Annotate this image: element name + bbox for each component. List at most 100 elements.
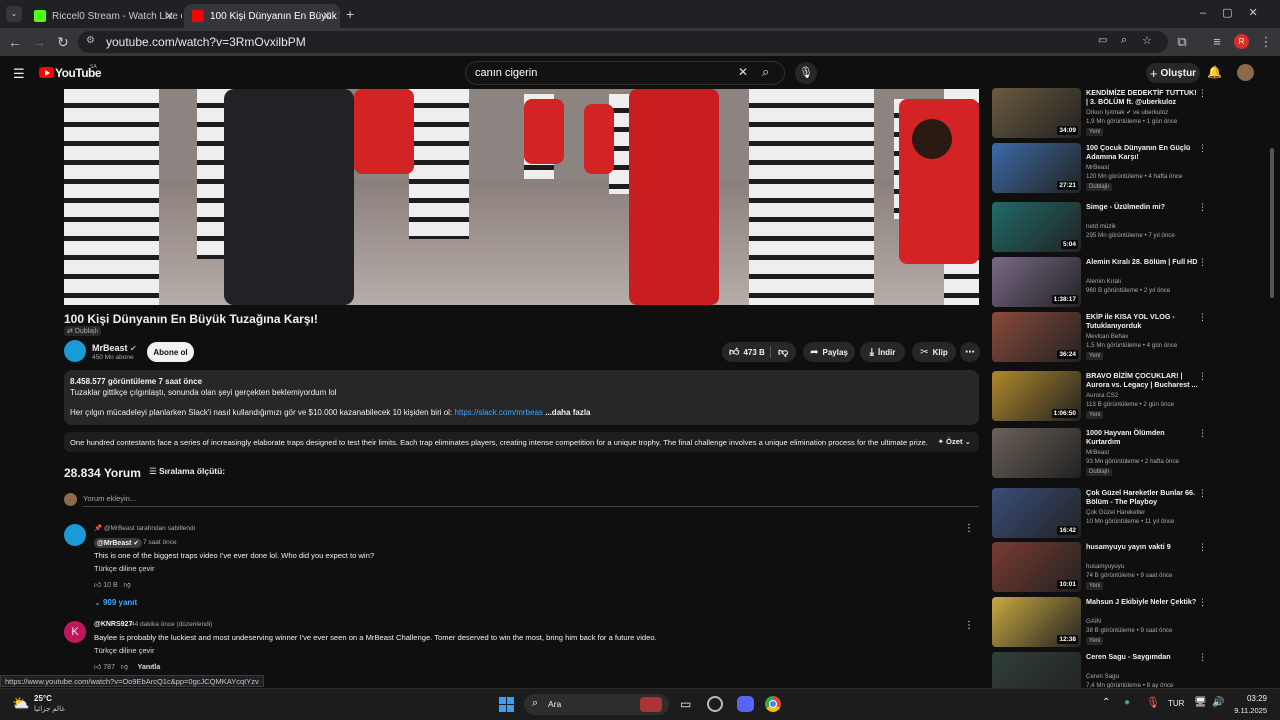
sort-comments-button[interactable]: ☰ Sıralama ölçütü: [149, 466, 225, 477]
reading-list-icon[interactable]: ≡ [1209, 34, 1225, 49]
recommended-channel[interactable]: Alemin Kıralı [1086, 278, 1121, 285]
recommended-title[interactable]: Çok Güzel Hareketler Bunlar 66. Bölüm - … [1086, 488, 1198, 506]
recommended-menu-icon[interactable]: ⋮ [1198, 652, 1207, 663]
hamburger-menu-icon[interactable]: ☰ [13, 66, 25, 82]
recommended-title[interactable]: 100 Çocuk Dünyanın En Güçlü Adamına Karş… [1086, 143, 1198, 161]
recommended-menu-icon[interactable]: ⋮ [1198, 143, 1207, 154]
discord-icon[interactable] [737, 696, 754, 712]
recommended-video[interactable]: 34:09 KENDİMİZE DEDEKTİF TUTTUK! | 3. BÖL… [992, 88, 1207, 140]
tray-overflow-icon[interactable]: ⌃ [1102, 697, 1110, 708]
channel-name[interactable]: MrBeast ✔ [92, 343, 137, 353]
recommended-menu-icon[interactable]: ⋮ [1198, 428, 1207, 439]
video-thumbnail[interactable]: 10:01 [992, 542, 1081, 592]
user-avatar[interactable] [1237, 64, 1254, 81]
back-icon[interactable]: ← [7, 34, 23, 50]
cast-icon[interactable]: ▭ [1098, 35, 1107, 46]
comment-author[interactable]: @MrBeast ✔ [94, 538, 143, 548]
recommended-menu-icon[interactable]: ⋮ [1198, 88, 1207, 99]
recommended-title[interactable]: KENDİMİZE DEDEKTİF TUTTUK! | 3. BÖLÜM ft… [1086, 88, 1198, 106]
video-thumbnail[interactable]: 1:38:17 [992, 257, 1081, 307]
new-tab-icon[interactable]: + [346, 6, 354, 22]
video-thumbnail[interactable]: 12:38 [992, 597, 1081, 647]
view-replies-button[interactable]: ⌄ 909 yanıt [94, 598, 137, 607]
recommended-channel[interactable]: MrBeast [1086, 449, 1109, 456]
dislike-icon[interactable]: 👎︎ [778, 346, 788, 358]
weather-temp[interactable]: 25°C [34, 694, 52, 703]
channel-avatar[interactable] [64, 340, 86, 362]
search-icon[interactable]: ⌕ [762, 64, 769, 80]
video-thumbnail[interactable]: 27:21 [992, 143, 1081, 193]
recommended-video[interactable]: 27:21 100 Çocuk Dünyanın En Güçlü Adamına… [992, 143, 1207, 195]
add-comment-input[interactable]: Yorum ekleyin... [83, 494, 136, 503]
recommended-video[interactable]: 1:38:17 Alemin Kıralı 28. Bölüm | Full HD… [992, 257, 1207, 309]
clear-search-icon[interactable]: ✕ [738, 65, 748, 79]
video-player[interactable] [64, 89, 979, 305]
reload-icon[interactable]: ↻ [55, 34, 71, 51]
recommended-title[interactable]: Alemin Kıralı 28. Bölüm | Full HD [1086, 257, 1198, 266]
recommended-title[interactable]: EKİP ile KISA YOL VLOG - Tutuklanıyorduk [1086, 312, 1198, 330]
notifications-bell-icon[interactable]: 🔔 [1207, 65, 1222, 79]
slack-link[interactable]: https://slack.com/mrbeas [454, 408, 542, 417]
recommended-menu-icon[interactable]: ⋮ [1198, 312, 1207, 323]
video-thumbnail[interactable]: 34:09 [992, 88, 1081, 138]
recommended-video[interactable]: 5:04 Simge - Üzülmedin mi? netd müzik 295 M… [992, 202, 1207, 254]
create-button[interactable]: + Oluştur [1146, 63, 1200, 83]
clip-button[interactable]: ✂ Klip [912, 342, 956, 362]
search-input[interactable]: canın cigerin [475, 67, 537, 79]
clock-time[interactable]: 03:29 [1233, 694, 1267, 703]
recommended-video[interactable]: 12:38 Mahsun J Ekibiyle Neler Çektik? GAİN… [992, 597, 1207, 649]
recommended-menu-icon[interactable]: ⋮ [1198, 202, 1207, 213]
close-tab-icon[interactable]: ✕ [322, 9, 332, 23]
video-thumbnail[interactable]: 36:24 [992, 312, 1081, 362]
scrollbar[interactable] [1270, 148, 1274, 298]
recommended-title[interactable]: 1000 Hayvanı Ölümden Kurtardım [1086, 428, 1198, 446]
like-icon[interactable]: 👍︎ [94, 664, 101, 671]
bookmark-star-icon[interactable]: ☆ [1142, 34, 1152, 47]
zoom-icon[interactable]: ⌕ [1121, 34, 1127, 47]
show-more-link[interactable]: ...daha fazla [545, 408, 590, 417]
site-info-icon[interactable]: ⚙ [86, 35, 95, 46]
tab-riccel0[interactable]: Riccel0 Stream - Watch Live on ✕ [26, 4, 182, 28]
recommended-title[interactable]: Mahsun J Ekibiyle Neler Çektik? [1086, 597, 1198, 606]
recommended-video[interactable]: 10:01 husamyuyu yayın vakti 9 husamyuyuyu 7… [992, 542, 1207, 594]
url-text[interactable]: youtube.com/watch?v=3RmOvxilbPM [106, 35, 306, 49]
video-description[interactable]: 8.458.577 görüntüleme 7 saat önce Tuzakl… [64, 370, 979, 425]
chrome-icon[interactable] [765, 696, 781, 712]
weather-icon[interactable]: ⛅ [12, 695, 29, 712]
video-thumbnail[interactable] [992, 428, 1081, 478]
recommended-channel[interactable]: Aurora CS2 [1086, 392, 1118, 399]
recommended-channel[interactable]: Mevlcan Behav [1086, 333, 1128, 340]
taskbar-search[interactable]: ⌕ Ara [524, 694, 669, 715]
subscribe-button[interactable]: Abone ol [147, 342, 194, 362]
task-view-icon[interactable]: ▭ [680, 697, 691, 711]
window-controls[interactable]: –▢✕ [1200, 6, 1274, 19]
language-indicator[interactable]: TUR [1168, 699, 1184, 708]
clock-date[interactable]: 9.11.2025 [1225, 706, 1267, 715]
video-thumbnail[interactable]: 16:42 [992, 488, 1081, 538]
browser-menu-icon[interactable]: ⋮ [1258, 34, 1274, 50]
comment-avatar[interactable] [64, 524, 86, 546]
recommended-menu-icon[interactable]: ⋮ [1198, 371, 1207, 382]
recommended-title[interactable]: Simge - Üzülmedin mi? [1086, 202, 1198, 211]
recommended-video[interactable]: 16:42 Çok Güzel Hareketler Bunlar 66. Böl… [992, 488, 1207, 540]
summary-toggle[interactable]: ✦ Özet ⌄ [938, 437, 971, 446]
reply-button[interactable]: Yanıtla [138, 664, 161, 671]
recommended-menu-icon[interactable]: ⋮ [1198, 488, 1207, 499]
microphone-tray-icon[interactable]: 🎙 [1146, 696, 1160, 709]
recommended-title[interactable]: BRAVO BİZİM ÇOCUKLAR! | Aurora vs. Legac… [1086, 371, 1198, 389]
search-box[interactable]: canın cigerin ✕ ⌕ [465, 61, 785, 85]
network-icon[interactable]: 🖥 [1194, 697, 1207, 708]
microphone-icon[interactable]: 🎙 [795, 62, 817, 84]
dislike-icon[interactable]: 👎︎ [121, 664, 128, 671]
dislike-icon[interactable]: 👎︎ [124, 582, 131, 589]
recommended-channel[interactable]: GAİN [1086, 618, 1101, 625]
recommended-menu-icon[interactable]: ⋮ [1198, 257, 1207, 268]
recommended-menu-icon[interactable]: ⋮ [1198, 542, 1207, 553]
translate-link[interactable]: Türkçe diline çevir [94, 564, 154, 573]
youtube-logo-icon[interactable] [39, 67, 54, 78]
like-count[interactable]: 473 B [743, 348, 764, 357]
volume-icon[interactable]: 🔊 [1212, 697, 1224, 708]
recommended-menu-icon[interactable]: ⋮ [1198, 597, 1207, 608]
like-icon[interactable]: 👍︎ [94, 582, 101, 589]
close-tab-icon[interactable]: ✕ [164, 9, 174, 23]
